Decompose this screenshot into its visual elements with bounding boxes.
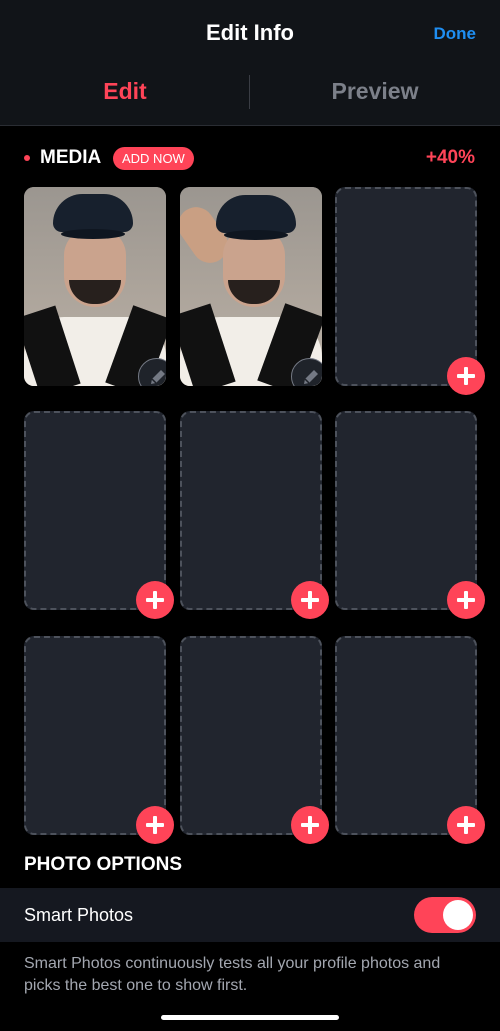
edit-info-header: Edit Info Done Edit Preview: [0, 0, 500, 126]
media-dot-icon: [24, 155, 30, 161]
empty-photo-slot-4[interactable]: [24, 411, 166, 610]
edit-photo-button[interactable]: [291, 358, 322, 386]
add-photo-button[interactable]: [136, 581, 174, 619]
add-photo-button[interactable]: [447, 581, 485, 619]
empty-photo-slot-6[interactable]: [335, 411, 477, 610]
toggle-knob: [443, 900, 473, 930]
done-button[interactable]: Done: [434, 24, 477, 44]
tab-edit[interactable]: Edit: [0, 78, 250, 105]
add-photo-button[interactable]: [291, 581, 329, 619]
profile-completion-percent: +40%: [425, 147, 475, 168]
smart-photos-description: Smart Photos continuously tests all your…: [24, 955, 441, 994]
tab-preview[interactable]: Preview: [250, 78, 500, 105]
smart-photos-label: Smart Photos: [24, 905, 134, 925]
empty-photo-slot-8[interactable]: [180, 636, 322, 835]
add-photo-button[interactable]: [447, 806, 485, 844]
add-photo-button[interactable]: [447, 357, 485, 395]
photo-options-heading: PHOTO OPTIONS: [24, 854, 183, 875]
media-section-header: MEDIA ADD NOW +40%: [0, 144, 500, 172]
pencil-icon: [151, 370, 165, 384]
media-label: MEDIA: [40, 147, 102, 168]
home-indicator: [161, 1015, 339, 1020]
page-title: Edit Info: [206, 20, 294, 45]
baseball-cap: [216, 195, 296, 240]
smart-photos-toggle[interactable]: [414, 897, 476, 933]
empty-photo-slot-7[interactable]: [24, 636, 166, 835]
empty-photo-slot-9[interactable]: [335, 636, 477, 835]
empty-photo-slot-3[interactable]: [335, 187, 477, 386]
add-now-button[interactable]: ADD NOW: [113, 147, 194, 170]
pencil-icon: [304, 370, 318, 384]
smart-photos-row[interactable]: Smart Photos: [0, 888, 500, 942]
add-photo-button[interactable]: [291, 806, 329, 844]
add-photo-button[interactable]: [136, 806, 174, 844]
baseball-cap: [53, 194, 133, 239]
empty-photo-slot-5[interactable]: [180, 411, 322, 610]
edit-photo-button[interactable]: [138, 358, 166, 386]
photo-slot-1[interactable]: [24, 187, 166, 386]
photo-slot-2[interactable]: [180, 187, 322, 386]
